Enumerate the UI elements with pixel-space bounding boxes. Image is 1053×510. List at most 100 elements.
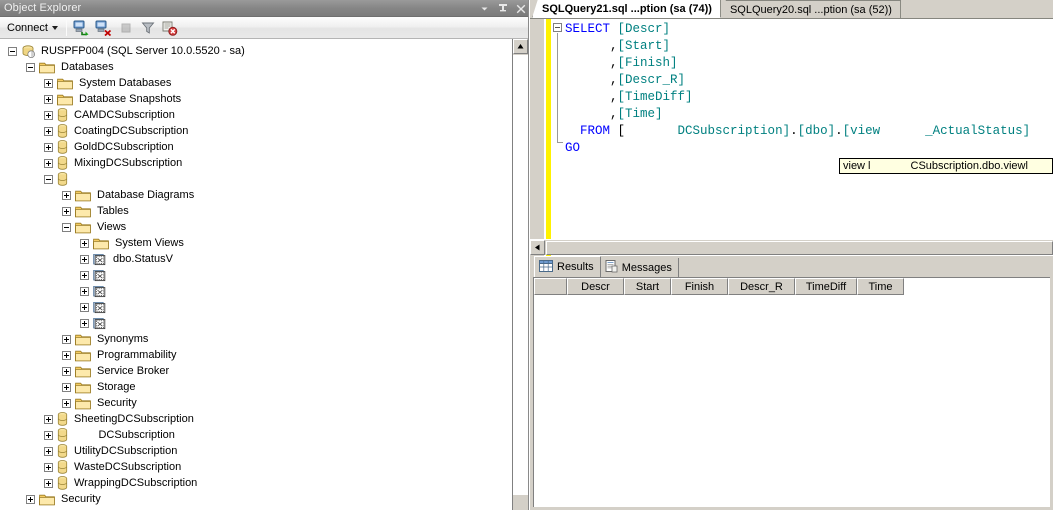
tree-node[interactable]: Databases <box>0 59 512 75</box>
tree-node[interactable]: Database Diagrams <box>0 187 512 203</box>
document-tab[interactable]: SQLQuery21.sql ...ption (sa (74)) <box>532 0 721 18</box>
code-token: [Descr_R] <box>617 73 686 87</box>
object-explorer-vertical-scrollbar[interactable] <box>512 39 528 510</box>
window-position-dropdown-icon[interactable] <box>479 2 490 15</box>
tree-node[interactable]: RUSPFP004 (SQL Server 10.0.5520 - sa) <box>0 43 512 59</box>
scroll-left-arrow-icon[interactable] <box>530 240 545 255</box>
tree-node[interactable] <box>0 299 512 315</box>
tree-node[interactable] <box>0 267 512 283</box>
tree-node[interactable] <box>0 283 512 299</box>
redacted-text: XXXXXXX <box>625 124 678 138</box>
tree-node[interactable]: Views <box>0 219 512 235</box>
tree-node[interactable]: Security <box>0 491 512 507</box>
folder-icon <box>38 493 55 506</box>
collapse-node-icon[interactable] <box>26 62 35 72</box>
folder-icon <box>74 381 91 394</box>
code-folding-margin[interactable] <box>551 19 565 258</box>
expand-node-icon[interactable] <box>44 158 53 168</box>
expand-node-icon[interactable] <box>80 286 89 296</box>
tree-node[interactable]: System Databases <box>0 75 512 91</box>
connect-button[interactable]: Connect <box>3 18 62 37</box>
sql-code-editor[interactable]: SELECT [Descr] ,[Start] ,[Finish] ,[Desc… <box>530 19 1053 258</box>
tree-node[interactable]: MixingDCSubscription <box>0 155 512 171</box>
expand-node-icon[interactable] <box>80 254 89 264</box>
tree-node[interactable]: Tables <box>0 203 512 219</box>
connect-object-explorer-icon[interactable] <box>71 18 93 37</box>
clear-filter-icon[interactable] <box>159 18 181 37</box>
grid-column-header-label: Descr_R <box>740 280 783 293</box>
close-icon[interactable] <box>515 2 526 15</box>
tree-node[interactable]: Programmability <box>0 347 512 363</box>
expand-node-icon[interactable] <box>44 414 53 424</box>
grid-column-header[interactable]: Descr <box>567 278 624 295</box>
folder-icon <box>74 189 91 202</box>
expand-node-icon[interactable] <box>44 126 53 136</box>
collapse-node-icon[interactable] <box>62 222 71 232</box>
expand-node-icon[interactable] <box>44 110 53 120</box>
chevron-down-icon <box>51 25 58 30</box>
tree-node[interactable]: WasteDCSubscription <box>0 459 512 475</box>
object-explorer-tree[interactable]: RUSPFP004 (SQL Server 10.0.5520 - sa) Dat… <box>0 39 512 510</box>
expand-node-icon[interactable] <box>44 94 53 104</box>
grid-column-header[interactable]: Finish <box>671 278 728 295</box>
collapse-node-icon[interactable] <box>8 46 17 56</box>
grid-column-header[interactable]: Start <box>624 278 671 295</box>
expand-node-icon[interactable] <box>62 334 71 344</box>
tree-node[interactable]: CoatingDCSubscription <box>0 123 512 139</box>
grid-column-header[interactable]: Descr_R <box>728 278 795 295</box>
horizontal-scroll-thumb[interactable] <box>546 240 1053 255</box>
results-tab[interactable]: Messages <box>600 258 679 277</box>
expand-node-icon[interactable] <box>44 462 53 472</box>
grid-corner-header[interactable] <box>534 278 567 295</box>
expand-node-icon[interactable] <box>44 430 53 440</box>
expand-node-icon[interactable] <box>44 478 53 488</box>
expand-node-icon[interactable] <box>62 190 71 200</box>
grid-column-header[interactable]: TimeDiff <box>795 278 857 295</box>
disconnect-object-explorer-icon[interactable] <box>93 18 115 37</box>
tree-node[interactable]: CAMDCSubscription <box>0 107 512 123</box>
expand-node-icon[interactable] <box>44 142 53 152</box>
expand-node-icon[interactable] <box>62 382 71 392</box>
code-token: . <box>835 124 843 138</box>
expand-node-icon[interactable] <box>62 398 71 408</box>
tree-node[interactable]: Storage <box>0 379 512 395</box>
expand-node-icon[interactable] <box>80 270 89 280</box>
scroll-track[interactable] <box>513 55 528 495</box>
expand-node-icon[interactable] <box>80 318 89 328</box>
sql-code-text[interactable]: SELECT [Descr] ,[Start] ,[Finish] ,[Desc… <box>565 19 1030 157</box>
results-grid[interactable]: Descr Start Finish Descr_R TimeDiff Time <box>533 277 1050 507</box>
expand-node-icon[interactable] <box>62 350 71 360</box>
folder-icon <box>56 93 73 106</box>
scroll-up-arrow-icon[interactable] <box>513 39 528 54</box>
expand-node-icon[interactable] <box>44 78 53 88</box>
tree-node[interactable]: UtilityDCSubscription <box>0 443 512 459</box>
expand-node-icon[interactable] <box>80 302 89 312</box>
tree-node[interactable]: Service Broker <box>0 363 512 379</box>
expand-node-icon[interactable] <box>26 494 35 504</box>
tree-node[interactable]: GoldDCSubscription <box>0 139 512 155</box>
collapse-region-icon[interactable] <box>553 23 562 32</box>
tree-node[interactable]: SheetingDCSubscription <box>0 411 512 427</box>
auto-hide-pin-icon[interactable] <box>497 2 508 15</box>
expand-node-icon[interactable] <box>62 206 71 216</box>
collapse-node-icon[interactable] <box>44 174 53 184</box>
tree-node[interactable] <box>0 171 512 187</box>
expand-node-icon[interactable] <box>62 366 71 376</box>
expand-node-icon[interactable] <box>44 446 53 456</box>
results-tab[interactable]: Results <box>534 256 601 277</box>
connect-button-label: Connect <box>7 21 48 34</box>
indicator-margin <box>530 19 545 258</box>
tree-node[interactable] <box>0 315 512 331</box>
tree-node[interactable]: Database Snapshots <box>0 91 512 107</box>
code-horizontal-scrollbar[interactable] <box>530 239 1053 255</box>
tree-node[interactable]: DCSubscription <box>0 427 512 443</box>
grid-column-header[interactable]: Time <box>857 278 904 295</box>
filter-icon[interactable] <box>137 18 159 37</box>
tree-node[interactable]: Security <box>0 395 512 411</box>
document-tab[interactable]: SQLQuery20.sql ...ption (sa (52)) <box>719 0 901 18</box>
tree-node[interactable]: Synonyms <box>0 331 512 347</box>
expand-node-icon[interactable] <box>80 238 89 248</box>
tree-node[interactable]: dbo.StatusV <box>0 251 512 267</box>
tree-node[interactable]: System Views <box>0 235 512 251</box>
tree-node[interactable]: WrappingDCSubscription <box>0 475 512 491</box>
